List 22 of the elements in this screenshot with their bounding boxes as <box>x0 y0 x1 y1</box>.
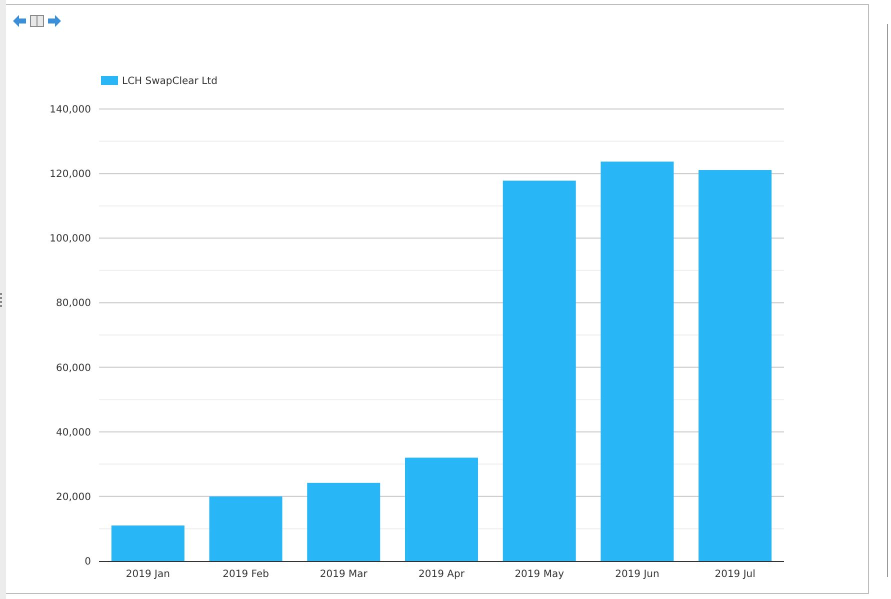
columns-icon <box>30 15 44 27</box>
x-tick-label: 2019 Apr <box>418 569 464 580</box>
y-tick-label: 0 <box>84 556 91 568</box>
x-tick-label: 2019 Jun <box>615 569 660 580</box>
back-arrow-icon <box>13 15 26 27</box>
x-tick-label: 2019 May <box>514 569 564 580</box>
y-tick-label: 80,000 <box>56 298 91 310</box>
y-tick-label: 60,000 <box>56 362 91 374</box>
x-tick-label: 2019 Jul <box>714 569 756 580</box>
y-tick-label: 120,000 <box>50 169 91 180</box>
forward-button[interactable] <box>48 15 61 27</box>
back-button[interactable] <box>13 15 26 27</box>
x-tick-label: 2019 Jan <box>126 569 170 580</box>
legend-label: LCH SwapClear Ltd <box>122 76 218 87</box>
y-tick-label: 100,000 <box>50 234 91 245</box>
columns-button[interactable] <box>30 15 44 27</box>
forward-arrow-icon <box>48 15 61 27</box>
y-tick-label: 40,000 <box>56 427 91 438</box>
y-tick-label: 140,000 <box>50 104 91 116</box>
x-tick-label: 2019 Feb <box>222 569 269 580</box>
x-tick-label: 2019 Mar <box>320 569 368 580</box>
y-tick-label: 20,000 <box>56 492 91 503</box>
